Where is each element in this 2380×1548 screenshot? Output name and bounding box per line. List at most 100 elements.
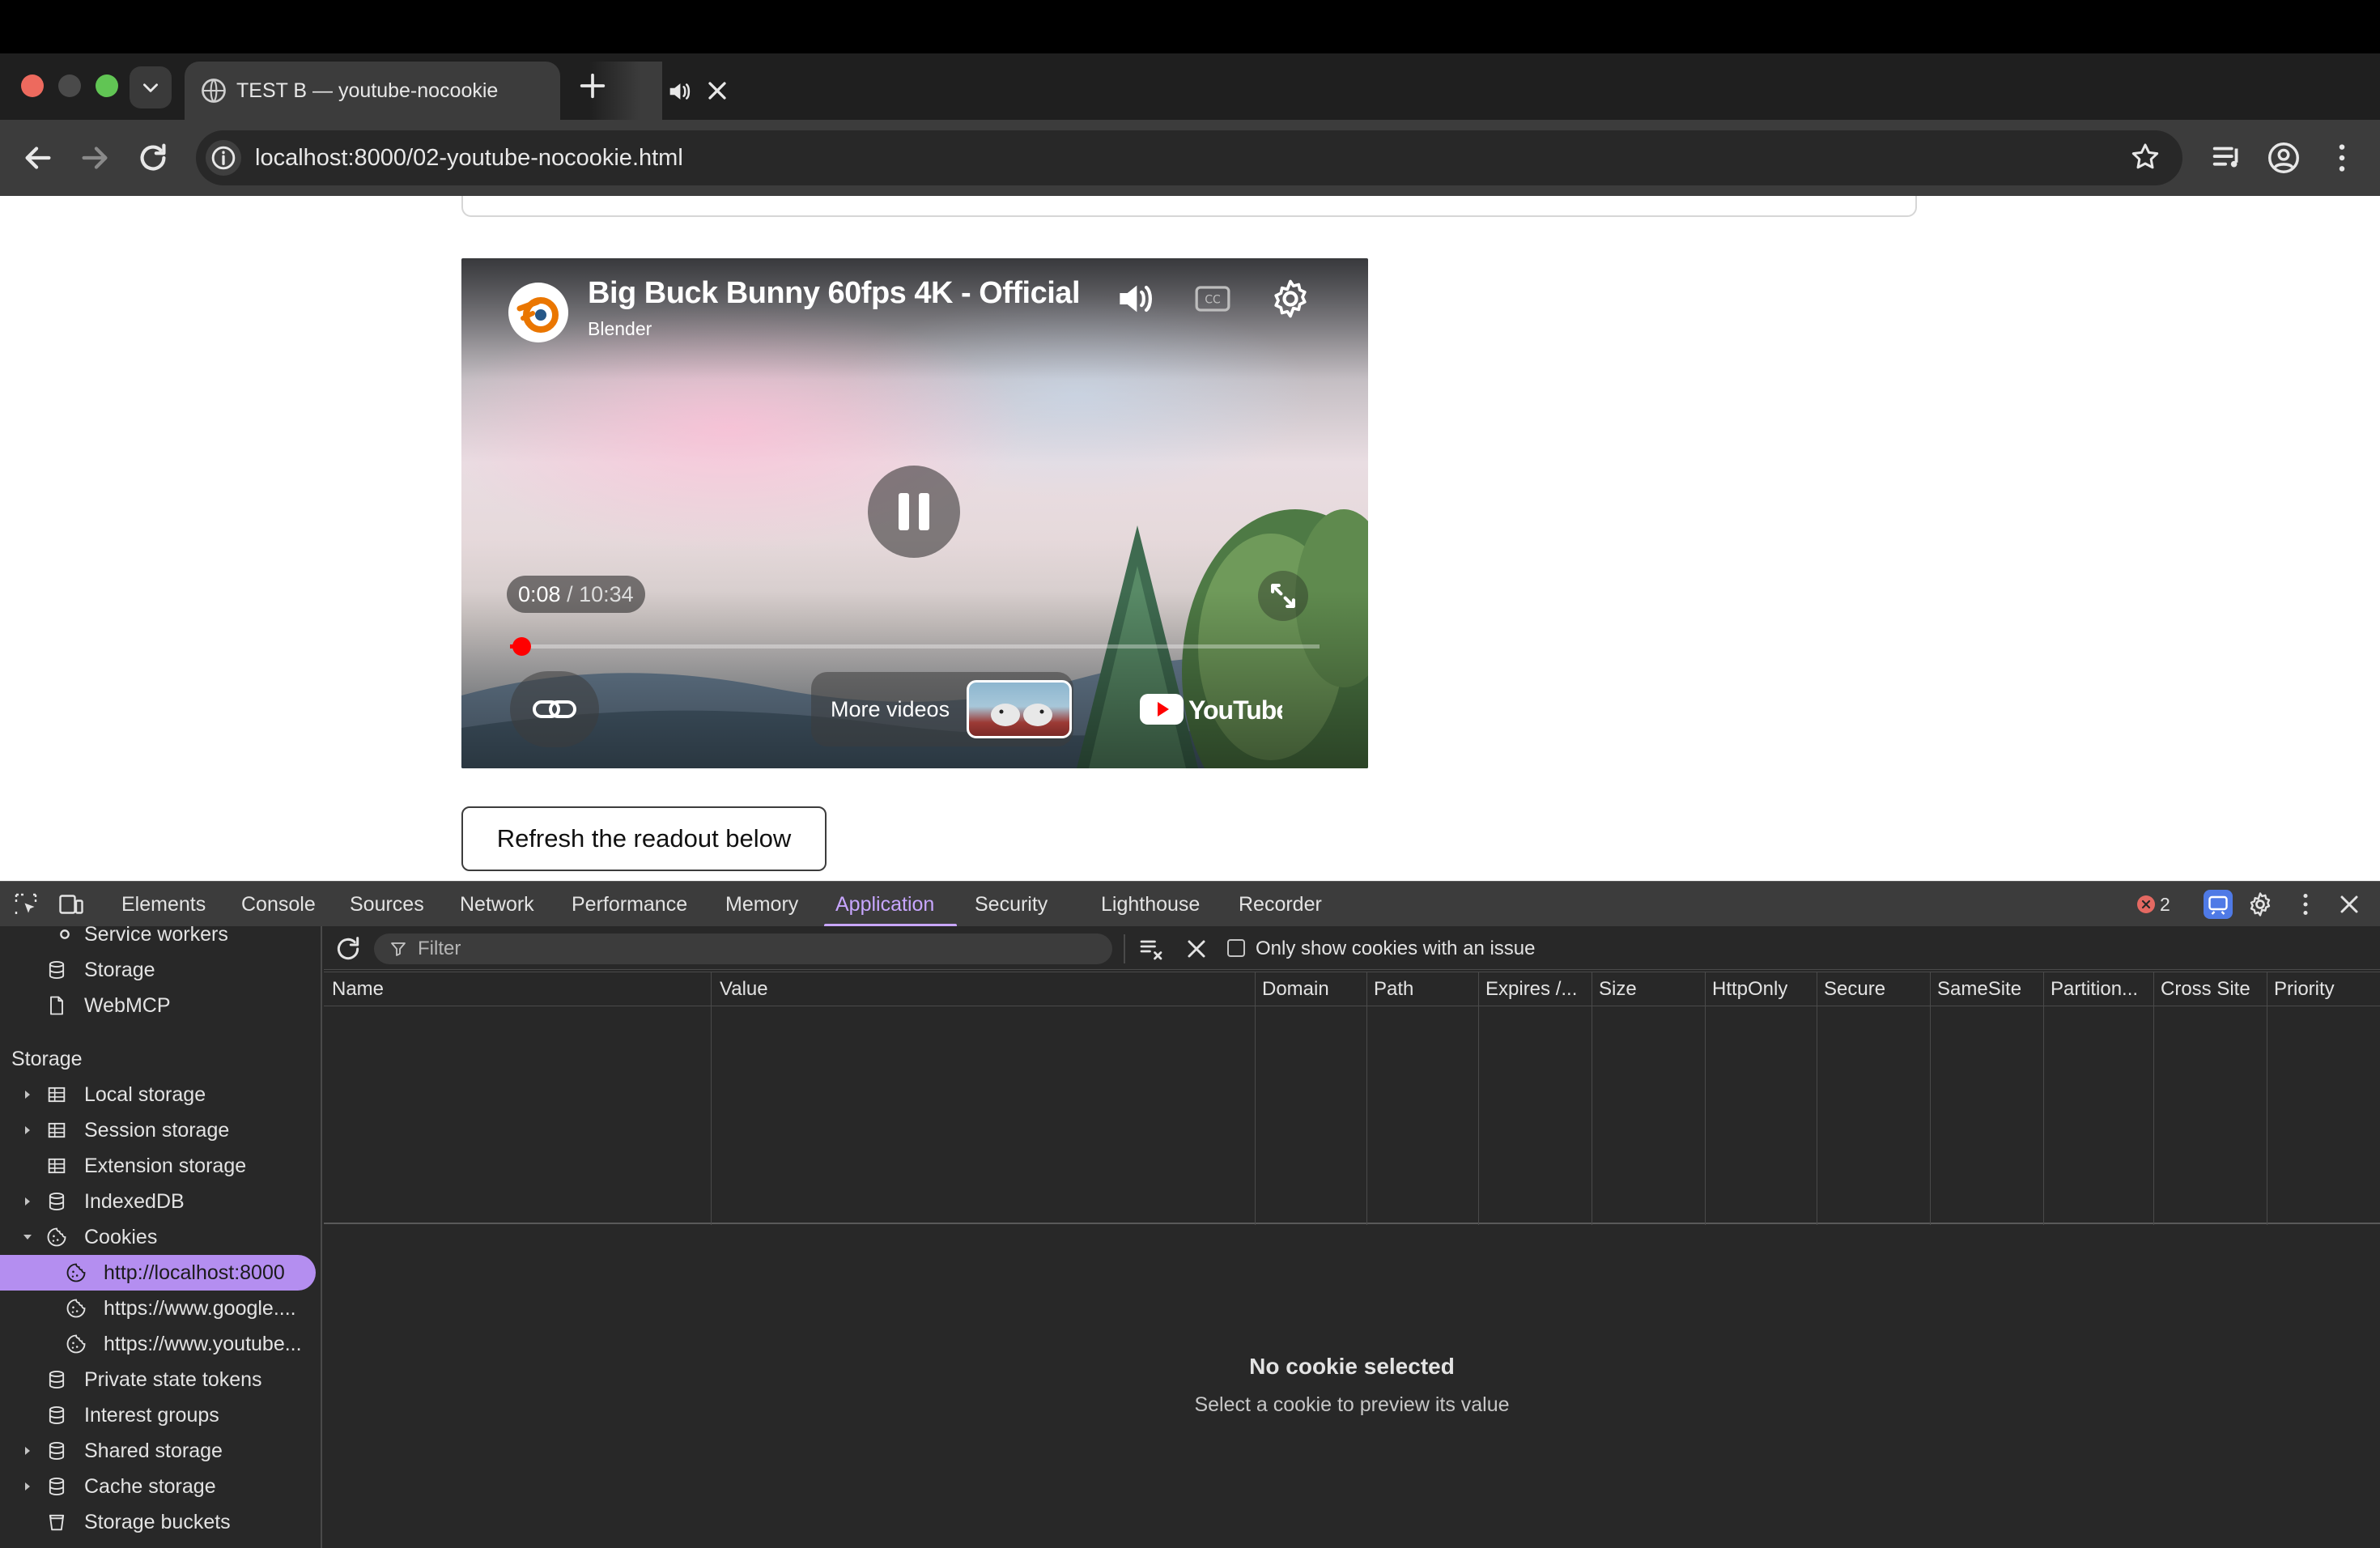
sidebar-item-cookie-origin[interactable]: http://localhost:8000 bbox=[0, 1255, 321, 1291]
refresh-readout-button[interactable]: Refresh the readout below bbox=[461, 806, 827, 871]
progress-scrubber[interactable] bbox=[512, 637, 531, 656]
column-expires[interactable]: Expires /... bbox=[1478, 972, 1592, 1225]
site-info-button[interactable] bbox=[206, 140, 241, 176]
column-partition-key[interactable]: Partition... bbox=[2043, 972, 2153, 1225]
expand-arrow-icon[interactable] bbox=[19, 1122, 36, 1138]
devtools-more-icon[interactable] bbox=[2291, 890, 2320, 919]
channel-avatar[interactable] bbox=[508, 283, 568, 342]
browser-tab[interactable]: TEST B — youtube-nocookie bbox=[185, 62, 726, 120]
menu-bar bbox=[0, 0, 2380, 53]
expand-arrow-icon[interactable] bbox=[19, 1478, 36, 1495]
column-name[interactable]: Name bbox=[324, 972, 711, 1225]
cookie-icon bbox=[47, 1227, 66, 1247]
sidebar-item-indexeddb[interactable]: IndexedDB bbox=[0, 1184, 321, 1219]
column-size[interactable]: Size bbox=[1592, 972, 1705, 1225]
tab-console[interactable]: Console bbox=[241, 882, 316, 927]
time-separator: / bbox=[560, 582, 580, 606]
new-tab-icon[interactable] bbox=[576, 70, 609, 102]
tab-security[interactable]: Security bbox=[975, 882, 1048, 927]
column-domain[interactable]: Domain bbox=[1255, 972, 1366, 1225]
sidebar-item-service-workers[interactable]: Service workers bbox=[0, 926, 321, 952]
clear-filtered-cookies-icon[interactable] bbox=[1137, 934, 1166, 963]
tab-sources[interactable]: Sources bbox=[350, 882, 424, 927]
delete-selected-icon[interactable] bbox=[1182, 934, 1211, 963]
devtools-settings-icon[interactable] bbox=[2246, 890, 2275, 919]
expand-arrow-icon[interactable] bbox=[19, 1087, 36, 1103]
expand-arrow-icon[interactable] bbox=[19, 1443, 36, 1459]
share-button[interactable] bbox=[510, 671, 599, 747]
only-issues-checkbox[interactable] bbox=[1227, 939, 1245, 957]
inspect-element-icon[interactable] bbox=[11, 890, 40, 919]
youtube-embed-player[interactable]: Big Buck Bunny 60fps 4K - Official Blend… bbox=[461, 258, 1368, 768]
kebab-menu-icon[interactable] bbox=[2323, 139, 2361, 176]
sidebar-item-shared-storage[interactable]: Shared storage bbox=[0, 1433, 321, 1469]
more-videos-button[interactable]: More videos bbox=[811, 672, 1073, 746]
tab-performance[interactable]: Performance bbox=[572, 882, 687, 927]
channel-name[interactable]: Blender bbox=[588, 318, 652, 340]
sidebar-item-extension-storage[interactable]: Extension storage bbox=[0, 1148, 321, 1184]
tab-recorder[interactable]: Recorder bbox=[1239, 882, 1322, 927]
time-display: 0:08 / 10:34 bbox=[507, 576, 645, 613]
bookmark-star-icon[interactable] bbox=[2129, 141, 2161, 173]
closed-captions-icon[interactable]: CC bbox=[1190, 276, 1235, 321]
fullscreen-button[interactable] bbox=[1258, 571, 1308, 621]
empty-preview-subtitle: Select a cookie to preview its value bbox=[1194, 1393, 1510, 1416]
video-title[interactable]: Big Buck Bunny 60fps 4K - Official bbox=[588, 276, 1114, 311]
ai-assistance-button[interactable] bbox=[2204, 890, 2233, 919]
tab-application[interactable]: Application bbox=[835, 882, 934, 927]
forward-icon[interactable] bbox=[76, 139, 113, 176]
sidebar-item-label: IndexedDB bbox=[84, 1190, 185, 1213]
progress-track[interactable] bbox=[510, 644, 1320, 649]
sidebar-item-cache-storage[interactable]: Cache storage bbox=[0, 1469, 321, 1504]
sidebar-item-session-storage[interactable]: Session storage bbox=[0, 1112, 321, 1148]
column-httponly[interactable]: HttpOnly bbox=[1705, 972, 1817, 1225]
refresh-cookies-icon[interactable] bbox=[332, 933, 364, 965]
column-value[interactable]: Value bbox=[711, 972, 1255, 1225]
column-priority[interactable]: Priority bbox=[2267, 972, 2380, 1225]
url-text[interactable]: localhost:8000/02-youtube-nocookie.html bbox=[255, 130, 683, 185]
column-secure[interactable]: Secure bbox=[1817, 972, 1930, 1225]
sidebar-item-interest-groups[interactable]: Interest groups bbox=[0, 1397, 321, 1433]
cookie-icon bbox=[66, 1299, 86, 1318]
profile-icon[interactable] bbox=[2265, 139, 2302, 176]
sidebar-item-storage-buckets[interactable]: Storage buckets bbox=[0, 1504, 321, 1540]
close-tab-icon[interactable] bbox=[703, 76, 732, 105]
collapse-arrow-icon[interactable] bbox=[19, 1229, 36, 1245]
column-samesite[interactable]: SameSite bbox=[1930, 972, 2043, 1225]
error-count: 2 bbox=[2160, 894, 2170, 915]
globe-icon bbox=[202, 79, 226, 103]
sidebar-item-cookie-origin[interactable]: https://www.youtube... bbox=[0, 1326, 321, 1362]
volume-icon[interactable] bbox=[1112, 276, 1158, 321]
tab-memory[interactable]: Memory bbox=[725, 882, 798, 927]
tab-elements[interactable]: Elements bbox=[121, 882, 206, 927]
pause-button[interactable] bbox=[868, 466, 960, 558]
previous-section-box bbox=[461, 196, 1917, 217]
media-controls-icon[interactable] bbox=[2208, 139, 2246, 176]
reload-icon[interactable] bbox=[134, 139, 172, 176]
only-issues-label[interactable]: Only show cookies with an issue bbox=[1256, 933, 1536, 964]
tab-search-button[interactable] bbox=[130, 66, 172, 108]
youtube-logo[interactable]: YouTube bbox=[1140, 691, 1282, 728]
column-path[interactable]: Path bbox=[1366, 972, 1478, 1225]
tab-network[interactable]: Network bbox=[460, 882, 534, 927]
sidebar-item-cookies[interactable]: Cookies bbox=[0, 1219, 321, 1255]
sidebar-item-webmcp[interactable]: WebMCP bbox=[0, 988, 321, 1023]
settings-gear-icon[interactable] bbox=[1268, 276, 1313, 321]
device-toolbar-icon[interactable] bbox=[57, 890, 86, 919]
sidebar-item-local-storage[interactable]: Local storage bbox=[0, 1077, 321, 1112]
column-cross-site[interactable]: Cross Site bbox=[2153, 972, 2267, 1225]
minimize-window-button[interactable] bbox=[58, 74, 81, 97]
maximize-window-button[interactable] bbox=[96, 74, 118, 97]
sidebar-item-storage[interactable]: Storage bbox=[0, 952, 321, 988]
speaker-icon[interactable] bbox=[665, 78, 693, 105]
close-window-button[interactable] bbox=[21, 74, 44, 97]
sidebar-item-cookie-origin[interactable]: https://www.google.... bbox=[0, 1291, 321, 1326]
more-videos-label: More videos bbox=[831, 697, 950, 721]
expand-arrow-icon[interactable] bbox=[19, 1193, 36, 1210]
close-devtools-icon[interactable] bbox=[2335, 890, 2364, 919]
back-icon[interactable] bbox=[19, 139, 57, 176]
sidebar-item-private-state-tokens[interactable]: Private state tokens bbox=[0, 1362, 321, 1397]
cookie-filter-input[interactable] bbox=[374, 933, 1112, 964]
time-total: 10:34 bbox=[579, 582, 634, 606]
tab-lighthouse[interactable]: Lighthouse bbox=[1101, 882, 1200, 927]
